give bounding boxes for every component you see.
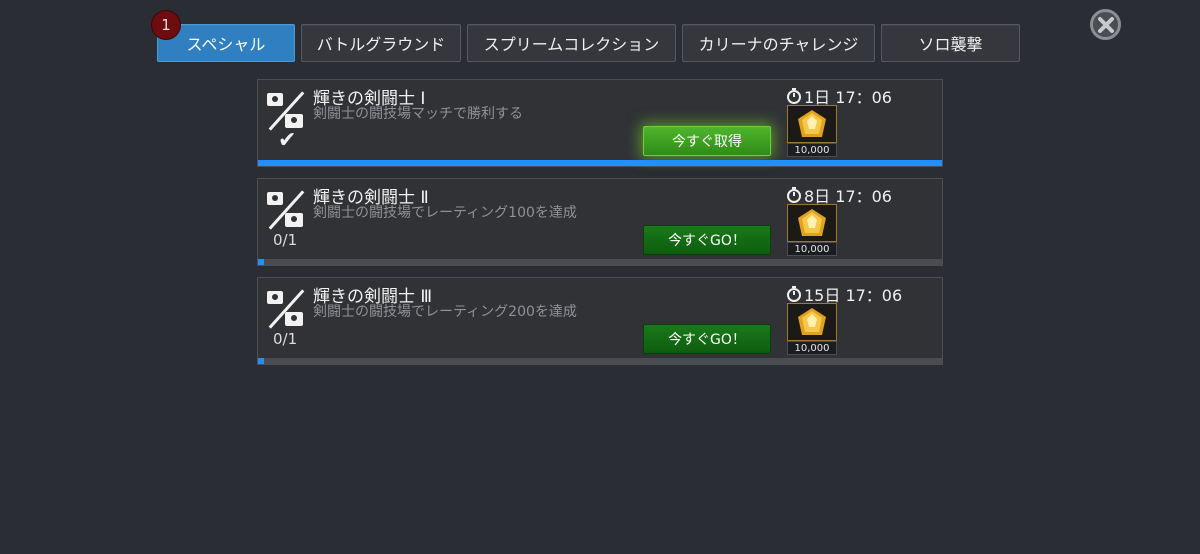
quest-row: ✔ 輝きの剣闘士 Ⅰ 剣闘士の闘技場マッチで勝利する 今すぐ取得 1日 17：0… xyxy=(257,79,943,167)
reward-quantity: 10,000 xyxy=(787,143,837,157)
quest-progress-count: 0/1 xyxy=(273,330,298,348)
go-now-button[interactable]: 今すぐGO！ xyxy=(643,225,771,255)
category-tabs: 1 スペシャル バトルグラウンド スプリームコレクション カリーナのチャレンジ … xyxy=(152,11,1020,62)
reward-item[interactable]: 10,000 xyxy=(787,204,837,256)
quest-description: 剣闘士の闘技場マッチで勝利する xyxy=(313,106,523,122)
progress-bar xyxy=(258,358,942,364)
quest-row: 0/1 輝きの剣闘士 Ⅲ 剣闘士の闘技場でレーティング200を達成 今すぐGO！… xyxy=(257,277,943,365)
stopwatch-icon xyxy=(787,88,801,104)
gladiator-icon xyxy=(265,188,307,230)
checkmark-icon: ✔ xyxy=(278,128,297,153)
tab-label: ソロ襲撃 xyxy=(918,35,983,54)
tab-karina-challenge[interactable]: カリーナのチャレンジ xyxy=(682,24,875,62)
tab-label: バトルグラウンド xyxy=(316,35,446,54)
tab-special[interactable]: 1 スペシャル xyxy=(152,11,295,62)
quest-description: 剣闘士の闘技場でレーティング100を達成 xyxy=(313,205,577,221)
gladiator-icon xyxy=(265,287,307,329)
gladiator-icon xyxy=(265,89,307,131)
reward-item[interactable]: 10,000 xyxy=(787,105,837,157)
reward-item[interactable]: 10,000 xyxy=(787,303,837,355)
progress-fill xyxy=(258,160,942,166)
quest-progress-count: 0/1 xyxy=(273,231,298,249)
claim-now-button[interactable]: 今すぐ取得 xyxy=(643,126,771,156)
tab-battleground[interactable]: バトルグラウンド xyxy=(301,24,461,62)
reward-quantity: 10,000 xyxy=(787,341,837,355)
stopwatch-icon xyxy=(787,286,801,302)
progress-bar xyxy=(258,160,942,166)
progress-bar xyxy=(258,259,942,265)
tab-label: スプリームコレクション xyxy=(483,35,660,54)
go-now-button[interactable]: 今すぐGO！ xyxy=(643,324,771,354)
close-x-icon xyxy=(1097,16,1114,33)
quest-list: ✔ 輝きの剣闘士 Ⅰ 剣闘士の闘技場マッチで勝利する 今すぐ取得 1日 17：0… xyxy=(257,79,943,376)
gold-gem-icon xyxy=(787,105,837,143)
tab-solo-raid[interactable]: ソロ襲撃 xyxy=(881,24,1020,62)
notification-badge: 1 xyxy=(152,11,180,39)
tab-label: カリーナのチャレンジ xyxy=(698,35,859,54)
progress-fill xyxy=(258,358,264,364)
gold-gem-icon xyxy=(787,303,837,341)
quest-row: 0/1 輝きの剣闘士 Ⅱ 剣闘士の闘技場でレーティング100を達成 今すぐGO！… xyxy=(257,178,943,266)
quest-description: 剣闘士の闘技場でレーティング200を達成 xyxy=(313,304,577,320)
close-button[interactable] xyxy=(1090,9,1121,40)
progress-fill xyxy=(258,259,264,265)
tab-supreme-collection[interactable]: スプリームコレクション xyxy=(467,24,676,62)
tab-label: スペシャル xyxy=(186,35,266,54)
gold-gem-icon xyxy=(787,204,837,242)
stopwatch-icon xyxy=(787,187,801,203)
reward-quantity: 10,000 xyxy=(787,242,837,256)
